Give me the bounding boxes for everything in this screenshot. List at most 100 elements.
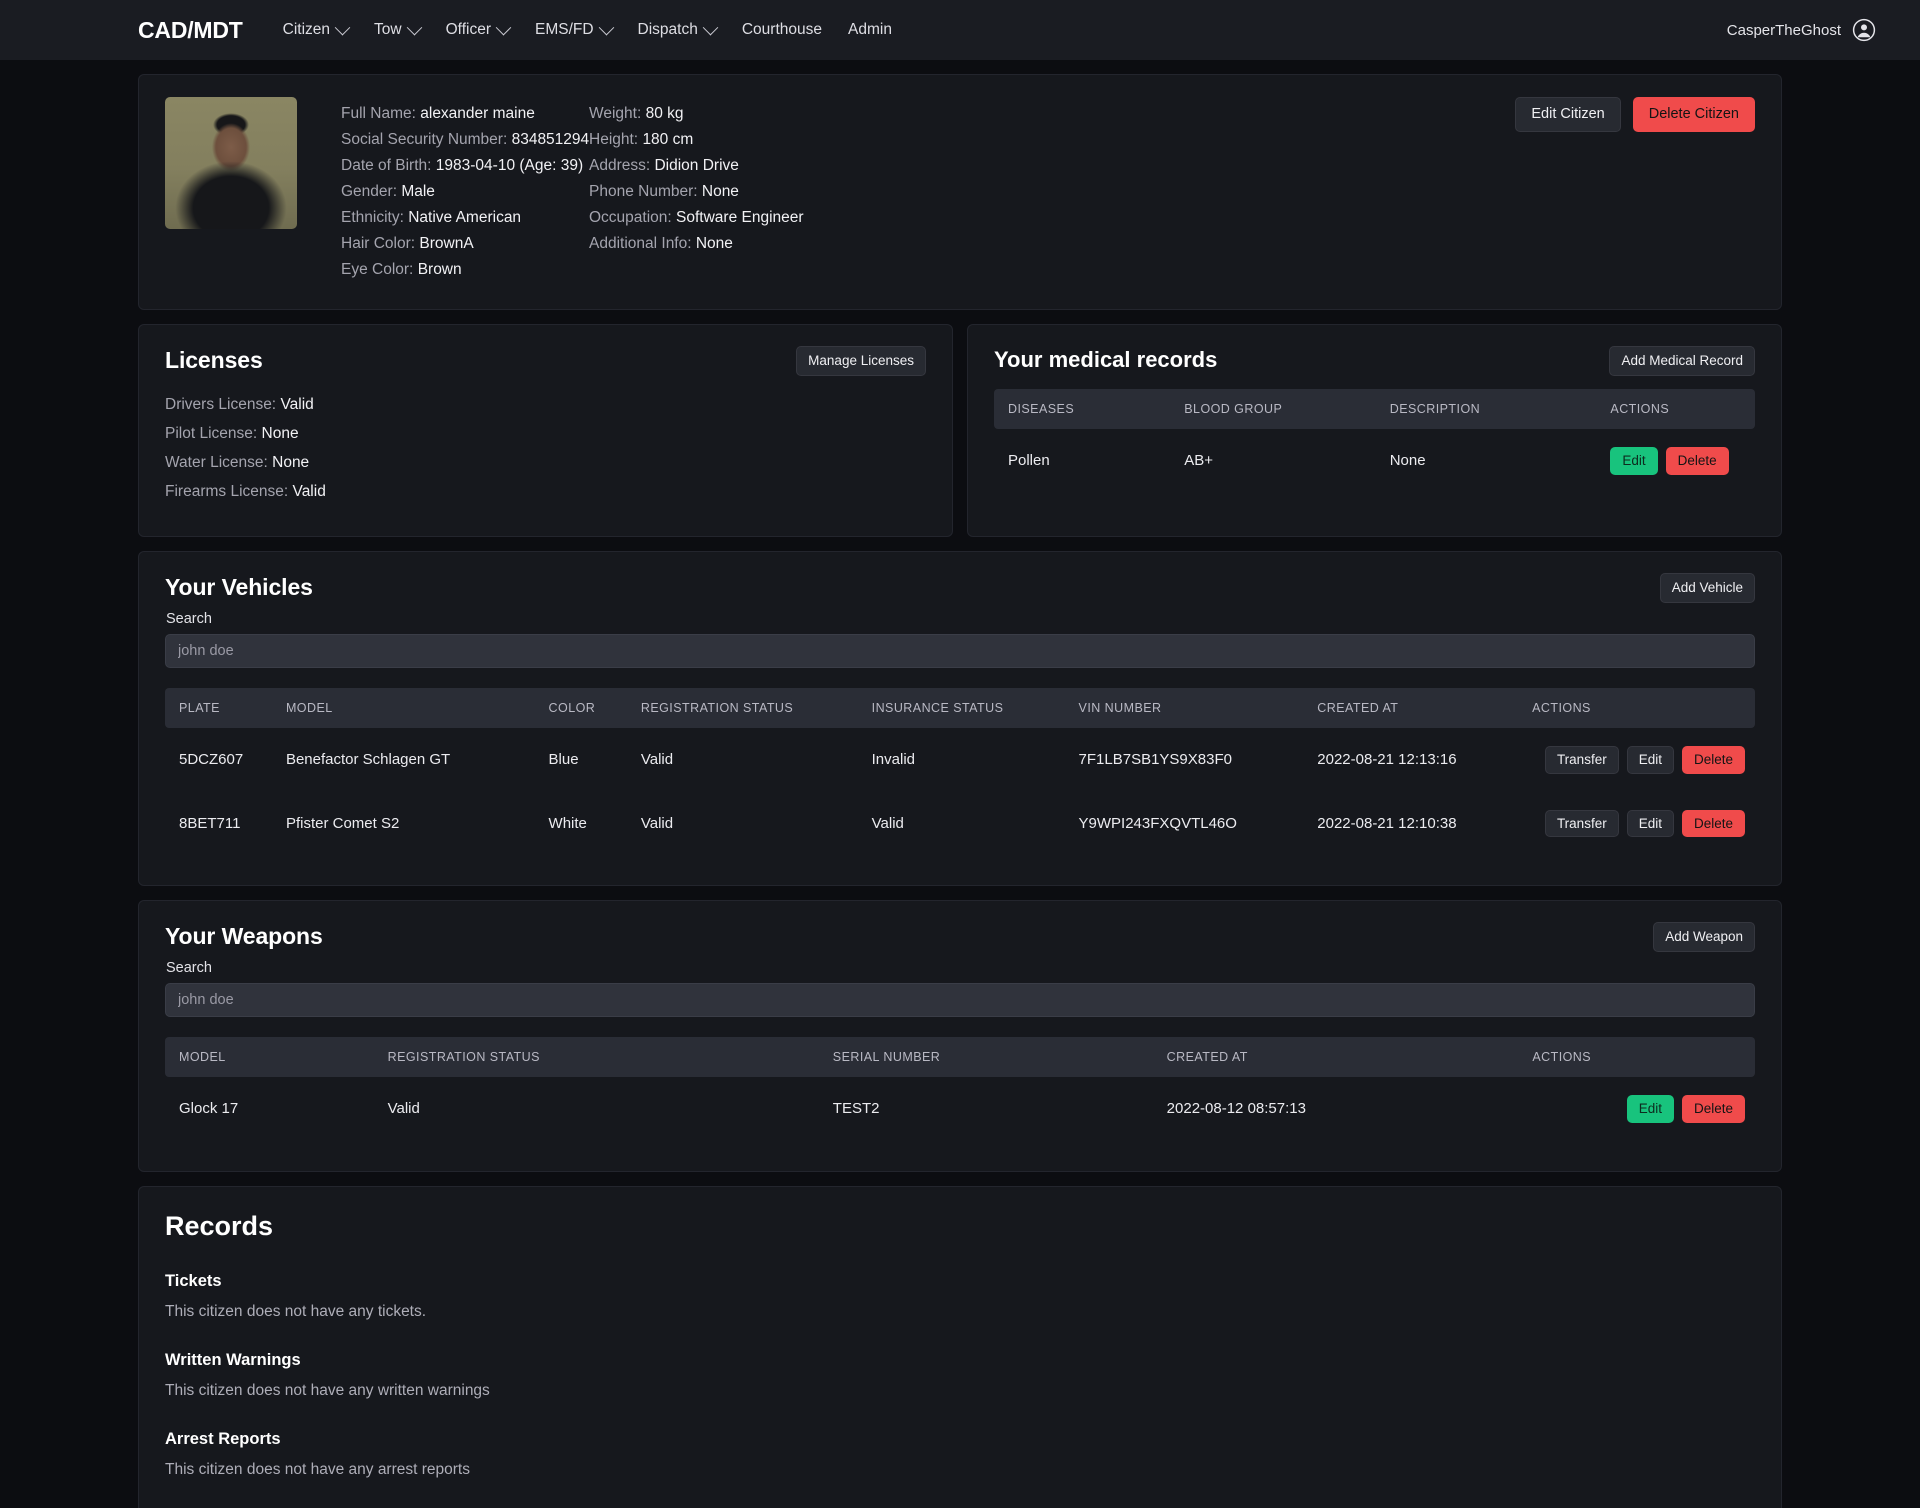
table-row: 8BET711 Pfister Comet S2 White Valid Val… (165, 792, 1755, 856)
field-label: Additional Info: (589, 235, 692, 252)
top-navbar: CAD/MDT Citizen Tow Officer EMS/FD Dispa… (0, 0, 1920, 60)
vehicles-card: Your Vehicles Add Vehicle Search PLATE M… (138, 551, 1782, 886)
chevron-down-icon (335, 19, 351, 35)
records-heading-written-warnings: Written Warnings (165, 1351, 1755, 1370)
field-height: Height: 180 cm (589, 127, 1019, 153)
cell-model: Benefactor Schlagen GT (286, 728, 549, 792)
cell-model: Glock 17 (165, 1077, 388, 1141)
row-action-buttons: Transfer Edit Delete (1532, 810, 1755, 838)
cell-model: Pfister Comet S2 (286, 792, 549, 856)
cell-insurance-status: Invalid (872, 728, 1079, 792)
cell-actions: Transfer Edit Delete (1532, 728, 1755, 792)
license-label: Drivers License: (165, 396, 276, 413)
delete-weapon-button[interactable]: Delete (1682, 1095, 1745, 1123)
field-value: None (696, 235, 733, 252)
delete-citizen-button[interactable]: Delete Citizen (1633, 97, 1755, 132)
add-weapon-button[interactable]: Add Weapon (1653, 922, 1755, 952)
delete-medical-record-button[interactable]: Delete (1666, 447, 1729, 475)
user-circle-icon[interactable] (1852, 18, 1876, 42)
citizen-info-card: Full Name: alexander maine Social Securi… (138, 74, 1782, 310)
row-action-buttons: Transfer Edit Delete (1532, 746, 1755, 774)
field-value: 1983-04-10 (Age: 39) (436, 157, 583, 174)
nav-label: Dispatch (638, 21, 698, 39)
field-weight: Weight: 80 kg (589, 101, 1019, 127)
license-value: None (272, 454, 309, 471)
vehicles-search-label: Search (166, 611, 1755, 627)
weapons-search-input[interactable] (165, 983, 1755, 1017)
table-header-row: MODEL REGISTRATION STATUS SERIAL NUMBER … (165, 1037, 1755, 1077)
add-medical-record-button[interactable]: Add Medical Record (1609, 346, 1755, 376)
field-label: Eye Color: (341, 261, 413, 278)
delete-vehicle-button[interactable]: Delete (1682, 746, 1745, 774)
cell-registration-status: Valid (388, 1077, 833, 1141)
col-plate: PLATE (165, 688, 286, 728)
row-action-buttons: Edit Delete (1610, 447, 1755, 475)
records-empty-written-warnings: This citizen does not have any written w… (165, 1382, 1755, 1400)
cell-actions: Edit Delete (1610, 429, 1755, 493)
cell-description: None (1390, 429, 1611, 493)
cell-serial-number: TEST2 (833, 1077, 1167, 1141)
edit-citizen-button[interactable]: Edit Citizen (1515, 97, 1620, 132)
col-actions: ACTIONS (1532, 688, 1755, 728)
field-label: Full Name: (341, 105, 416, 122)
field-hair-color: Hair Color: BrownA (341, 231, 589, 257)
citizen-details: Full Name: alexander maine Social Securi… (297, 97, 1019, 283)
vehicles-table-head: PLATE MODEL COLOR REGISTRATION STATUS IN… (165, 688, 1755, 728)
vehicles-search-input[interactable] (165, 634, 1755, 668)
col-created-at: CREATED AT (1317, 688, 1532, 728)
col-serial-number: SERIAL NUMBER (833, 1037, 1167, 1077)
vehicles-table-body: 5DCZ607 Benefactor Schlagen GT Blue Vali… (165, 728, 1755, 855)
account-menu[interactable]: CasperTheGhost (1727, 0, 1876, 60)
edit-weapon-button[interactable]: Edit (1627, 1095, 1674, 1123)
transfer-vehicle-button[interactable]: Transfer (1545, 810, 1619, 838)
nav-item-courthouse[interactable]: Courthouse (742, 21, 822, 39)
app-brand[interactable]: CAD/MDT (138, 17, 243, 44)
nav-item-citizen[interactable]: Citizen (283, 21, 348, 39)
license-label: Firearms License: (165, 483, 288, 500)
records-card: Records Tickets This citizen does not ha… (138, 1186, 1782, 1508)
nav-item-tow[interactable]: Tow (374, 21, 420, 39)
records-title: Records (165, 1211, 1755, 1242)
records-empty-arrest-reports: This citizen does not have any arrest re… (165, 1461, 1755, 1479)
nav-item-officer[interactable]: Officer (446, 21, 509, 39)
licenses-card: Licenses Manage Licenses Drivers License… (138, 324, 953, 537)
nav-item-ems-fd[interactable]: EMS/FD (535, 21, 612, 39)
col-registration-status: REGISTRATION STATUS (641, 688, 872, 728)
nav-item-dispatch[interactable]: Dispatch (638, 21, 716, 39)
nav-label: Officer (446, 21, 491, 39)
field-value: 834851294 (512, 131, 590, 148)
edit-vehicle-button[interactable]: Edit (1627, 746, 1674, 774)
col-blood-group: BLOOD GROUP (1184, 389, 1389, 429)
license-drivers: Drivers License: Valid (165, 390, 926, 419)
field-eye-color: Eye Color: Brown (341, 257, 589, 283)
cell-actions: Edit Delete (1532, 1077, 1755, 1141)
vehicles-title: Your Vehicles (165, 574, 1755, 601)
medical-records-card: Your medical records Add Medical Record … (967, 324, 1782, 537)
add-vehicle-button[interactable]: Add Vehicle (1660, 573, 1755, 603)
col-insurance-status: INSURANCE STATUS (872, 688, 1079, 728)
field-value: None (702, 183, 739, 200)
col-model: MODEL (286, 688, 549, 728)
nav-label: Courthouse (742, 21, 822, 39)
edit-vehicle-button[interactable]: Edit (1627, 810, 1674, 838)
col-actions: ACTIONS (1610, 389, 1755, 429)
chevron-down-icon (406, 19, 422, 35)
field-occupation: Occupation: Software Engineer (589, 205, 1019, 231)
cell-blood-group: AB+ (1184, 429, 1389, 493)
weapons-search-label: Search (166, 960, 1755, 976)
edit-medical-record-button[interactable]: Edit (1610, 447, 1657, 475)
manage-licenses-button[interactable]: Manage Licenses (796, 346, 926, 376)
field-value: Software Engineer (676, 209, 804, 226)
licenses-medical-row: Licenses Manage Licenses Drivers License… (138, 324, 1782, 537)
col-registration-status: REGISTRATION STATUS (388, 1037, 833, 1077)
field-ethnicity: Ethnicity: Native American (341, 205, 589, 231)
field-full-name: Full Name: alexander maine (341, 101, 589, 127)
delete-vehicle-button[interactable]: Delete (1682, 810, 1745, 838)
chevron-down-icon (598, 19, 614, 35)
field-label: Social Security Number: (341, 131, 507, 148)
transfer-vehicle-button[interactable]: Transfer (1545, 746, 1619, 774)
nav-label: Citizen (283, 21, 330, 39)
license-value: Valid (280, 396, 313, 413)
nav-item-admin[interactable]: Admin (848, 21, 892, 39)
field-date-of-birth: Date of Birth: 1983-04-10 (Age: 39) (341, 153, 589, 179)
